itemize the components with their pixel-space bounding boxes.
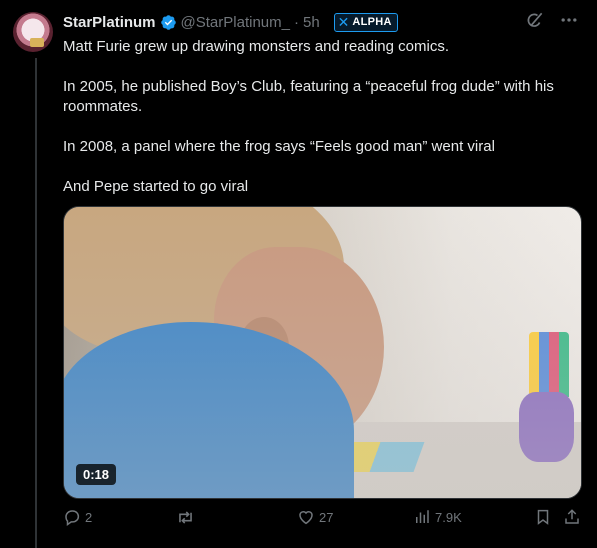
tweet-actions: 2 27 7.9K [63,508,585,532]
verified-badge-icon [160,14,176,30]
repost-button[interactable] [176,508,199,527]
like-count: 27 [319,509,334,525]
tweet-paragraph: In 2005, he published Boy’s Club, featur… [63,78,554,115]
bookmark-button[interactable] [534,508,552,526]
timestamp[interactable]: 5h [303,14,320,31]
header-actions [525,10,579,30]
reply-icon [65,510,80,526]
tweet-paragraph: In 2008, a panel where the frog says “Fe… [63,138,495,155]
heart-icon [299,511,313,525]
video-player[interactable]: 0:18 [63,206,582,499]
like-button[interactable]: 27 [297,508,333,526]
video-frame-overlay [64,207,581,498]
author-name[interactable]: StarPlatinum [63,14,156,31]
thread-line [35,58,37,548]
tweet-text: Matt Furie grew up drawing monsters and … [63,37,583,197]
grok-icon[interactable] [525,10,545,30]
tweet-paragraph: And Pepe started to go viral [63,178,249,195]
reply-count: 2 [85,509,93,525]
reply-button[interactable]: 2 [63,508,92,526]
repost-icon [179,511,192,524]
share-button[interactable] [563,508,581,526]
avatar[interactable] [13,12,53,52]
alpha-badge[interactable]: ✕ ALPHA [333,12,398,32]
alpha-badge-label: ALPHA [352,16,392,28]
share-icon [565,509,579,524]
avatar-badge [30,38,44,47]
tweet-header: StarPlatinum @StarPlatinum_ · 5h ✕ ALPHA [63,12,398,32]
tweet-paragraph: Matt Furie grew up drawing monsters and … [63,38,450,55]
views-button[interactable]: 7.9K [413,508,462,526]
separator-dot: · [293,13,299,31]
bookmark-icon [537,509,549,525]
alpha-logo-icon: ✕ [337,13,350,30]
views-icon [416,510,429,523]
more-icon[interactable] [559,10,579,30]
author-handle[interactable]: @StarPlatinum_ [181,14,290,31]
video-duration: 0:18 [76,464,117,485]
views-count: 7.9K [435,509,462,525]
